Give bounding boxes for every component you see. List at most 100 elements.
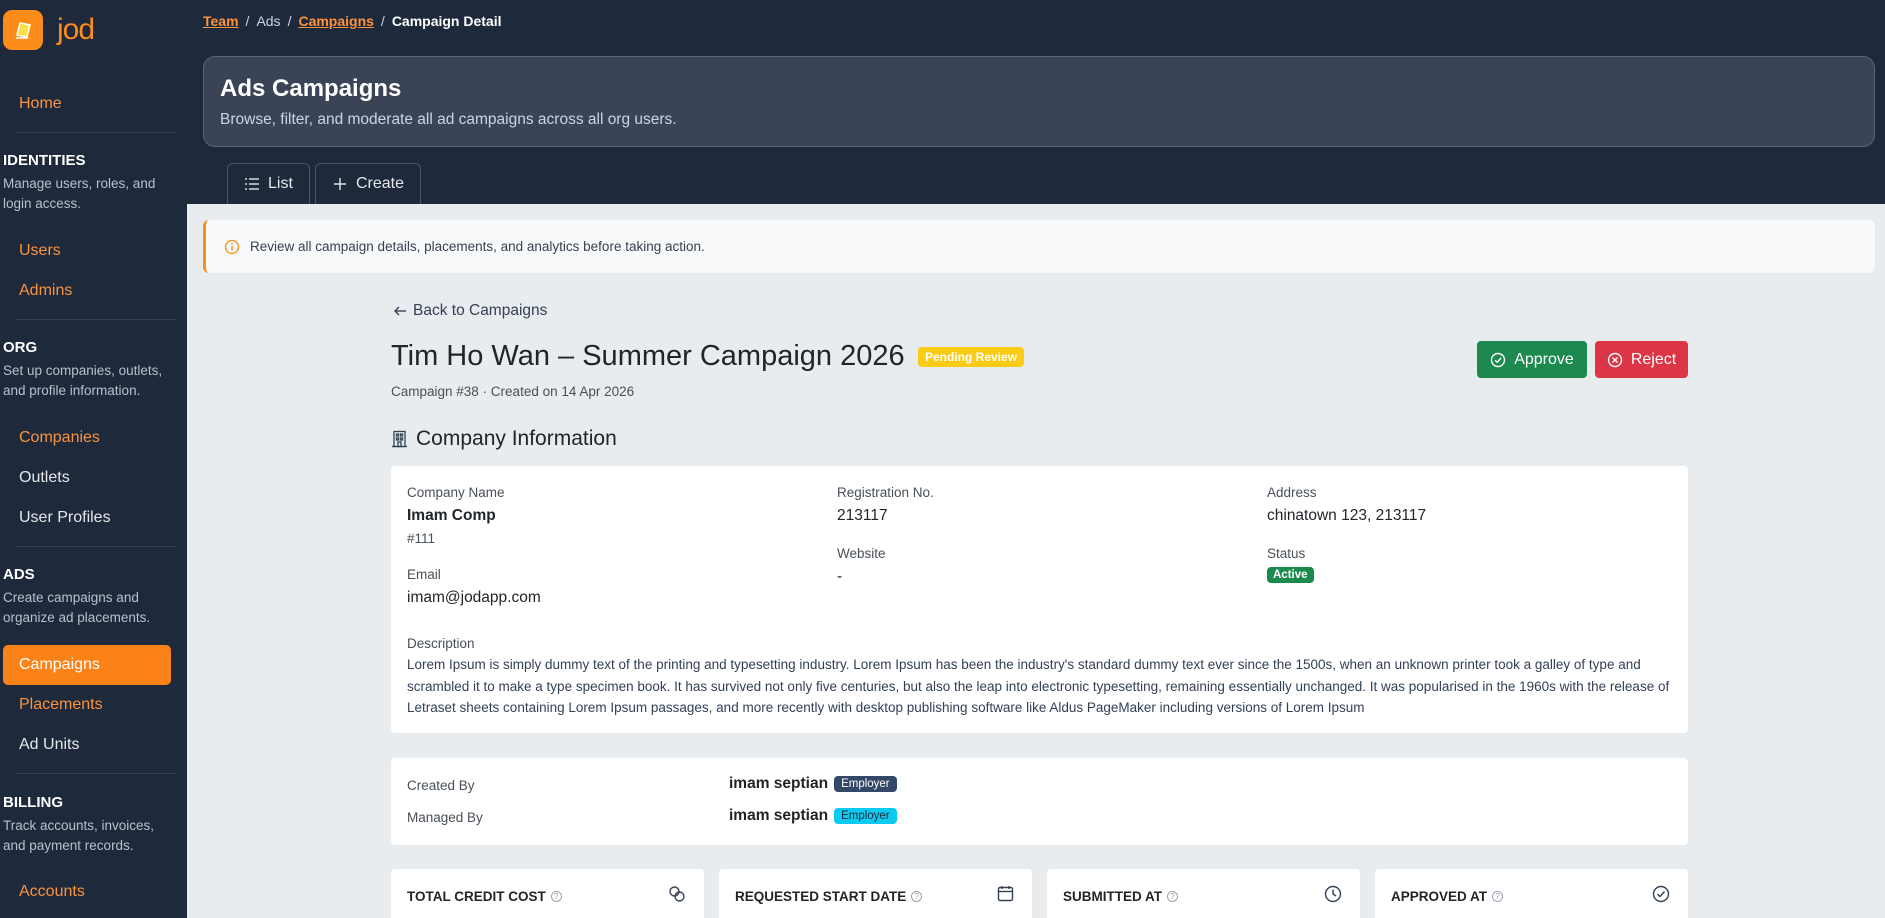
stat-title: TOTAL CREDIT COST? <box>407 889 562 904</box>
stat-title-text: REQUESTED START DATE <box>735 889 907 904</box>
email-label: Email <box>407 567 441 582</box>
clock-icon <box>1324 885 1342 903</box>
campaign-meta: Campaign #38 · Created on 14 Apr 2026 <box>391 384 635 399</box>
company-section-label: Company Information <box>416 427 617 450</box>
list-icon <box>245 178 259 190</box>
back-link-label: Back to Campaigns <box>413 302 548 319</box>
building-icon <box>392 430 407 448</box>
section-title-billing: BILLING <box>3 794 63 811</box>
ownership-card: Created By imam septian Employer Managed … <box>391 758 1688 845</box>
company-name-label: Company Name <box>407 485 505 500</box>
created-by-label: Created By <box>407 778 475 793</box>
page-title: Ads Campaigns <box>220 75 402 102</box>
breadcrumb-campaigns[interactable]: Campaigns <box>298 13 373 29</box>
campaign-title: Tim Ho Wan – Summer Campaign 2026 <box>391 340 905 372</box>
check-circle-icon <box>1652 885 1670 903</box>
x-circle-icon <box>1607 352 1623 367</box>
coins-icon <box>669 886 685 902</box>
status-label: Status <box>1267 546 1306 561</box>
sidebar-item-ad-units[interactable]: Ad Units <box>19 736 79 754</box>
company-card: Company Name Imam Comp #111 Email imam@j… <box>391 466 1688 733</box>
section-desc-org: Set up companies, outlets, and profile i… <box>3 363 163 398</box>
description-label: Description <box>407 636 475 651</box>
stat-title: APPROVED AT? <box>1391 889 1504 904</box>
logo[interactable]: jod <box>3 10 95 50</box>
page-header: Ads Campaigns Browse, filter, and modera… <box>203 56 1875 147</box>
breadcrumb: Team / Ads / Campaigns / Campaign Detail <box>203 13 502 29</box>
sidebar-item-admins[interactable]: Admins <box>19 282 72 300</box>
calendar-icon <box>997 886 1014 902</box>
section-title-identities: IDENTITIES <box>3 152 86 169</box>
logo-icon <box>3 10 43 50</box>
sidebar-item-outlets[interactable]: Outlets <box>19 469 70 487</box>
help-icon[interactable]: ? <box>1167 891 1178 902</box>
help-icon[interactable]: ? <box>1492 891 1504 902</box>
registration-number: 213117 <box>837 507 888 524</box>
company-email: imam@jodapp.com <box>407 589 541 606</box>
reject-button[interactable]: Reject <box>1595 341 1688 378</box>
stat-card-approved-at: APPROVED AT? <box>1375 869 1688 918</box>
company-website: - <box>837 568 843 585</box>
sidebar-item-users[interactable]: Users <box>19 242 61 260</box>
divider <box>16 319 176 320</box>
sidebar-item-home[interactable]: Home <box>19 95 62 113</box>
company-status-badge: Active <box>1267 567 1314 583</box>
website-label: Website <box>837 546 886 561</box>
sidebar-item-placements[interactable]: Placements <box>19 696 103 714</box>
section-desc-ads: Create campaigns and organize ad placeme… <box>3 590 151 625</box>
info-alert: Review all campaign details, placements,… <box>203 220 1875 273</box>
sidebar: jod Home IDENTITIES Manage users, roles,… <box>0 0 187 918</box>
managed-by-value: imam septian Employer <box>729 807 897 825</box>
back-to-campaigns-link[interactable]: Back to Campaigns <box>393 302 547 320</box>
stat-title-text: SUBMITTED AT <box>1063 889 1162 904</box>
info-icon <box>224 239 240 254</box>
sidebar-item-companies[interactable]: Companies <box>19 429 100 447</box>
company-description: Lorem Ipsum is simply dummy text of the … <box>407 657 1670 715</box>
reject-label: Reject <box>1630 350 1677 368</box>
page-subtitle: Browse, filter, and moderate all ad camp… <box>220 111 677 128</box>
address-label: Address <box>1267 485 1317 500</box>
stat-title: REQUESTED START DATE? <box>735 889 923 904</box>
sidebar-item-campaigns[interactable]: Campaigns <box>3 645 171 685</box>
section-desc-billing: Track accounts, invoices, and payment re… <box>3 818 155 853</box>
tab-list[interactable]: List <box>227 163 310 204</box>
stat-title-text: TOTAL CREDIT COST <box>407 889 546 904</box>
help-icon[interactable]: ? <box>911 891 923 902</box>
stat-title: SUBMITTED AT? <box>1063 889 1178 904</box>
breadcrumb-ads: Ads <box>256 13 281 29</box>
company-name: Imam Comp <box>407 507 496 524</box>
logo-text: jod <box>57 13 95 46</box>
stat-card-requested-start-date: REQUESTED START DATE? <box>719 869 1032 918</box>
stat-card-submitted-at: SUBMITTED AT? <box>1047 869 1360 918</box>
alert-text: Review all campaign details, placements,… <box>250 239 705 254</box>
divider <box>16 773 176 774</box>
section-desc-identities: Manage users, roles, and login access. <box>3 176 156 211</box>
company-section-title: Company Information <box>391 427 617 451</box>
status-badge: Pending Review <box>918 347 1025 367</box>
help-icon[interactable]: ? <box>550 891 562 902</box>
role-badge: Employer <box>834 776 897 792</box>
arrow-left-icon <box>394 306 406 316</box>
managed-by-name: imam septian <box>729 807 829 824</box>
tab-create[interactable]: Create <box>315 163 422 204</box>
stat-title-text: APPROVED AT <box>1391 889 1488 904</box>
plus-icon <box>334 178 346 190</box>
section-title-ads: ADS <box>3 566 35 583</box>
tab-create-label: Create <box>356 175 405 192</box>
breadcrumb-team[interactable]: Team <box>203 13 239 29</box>
divider <box>16 132 176 133</box>
created-by-name: imam septian <box>729 775 829 792</box>
check-circle-icon <box>1491 352 1506 367</box>
section-title-org: ORG <box>3 339 38 356</box>
approve-button[interactable]: Approve <box>1477 341 1587 378</box>
registration-label: Registration No. <box>837 485 934 500</box>
company-id: #111 <box>407 531 436 546</box>
managed-by-label: Managed By <box>407 810 483 825</box>
divider <box>16 546 176 547</box>
breadcrumb-current: Campaign Detail <box>391 13 502 29</box>
sidebar-item-user-profiles[interactable]: User Profiles <box>19 509 111 527</box>
sidebar-item-accounts[interactable]: Accounts <box>19 883 85 901</box>
approve-label: Approve <box>1514 350 1574 368</box>
company-address: chinatown 123, 213117 <box>1267 507 1427 524</box>
stat-card-total-credit-cost: TOTAL CREDIT COST? <box>391 869 704 918</box>
